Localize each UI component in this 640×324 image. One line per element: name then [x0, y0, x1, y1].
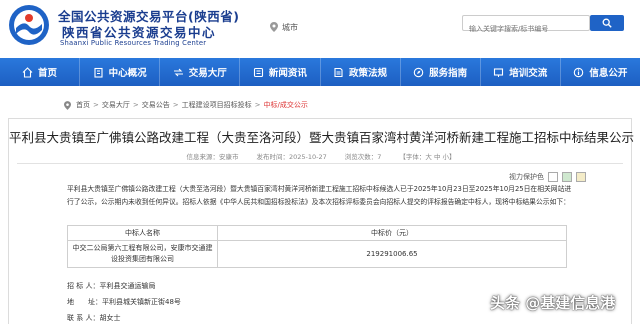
page-root: 全国公共资源交易平台(陕西省) 陕西省公共资源交易中心 Shaanxi Publ… [0, 0, 640, 324]
info-address: 地 址：平利县城关镇新正街48号 [67, 298, 181, 306]
eye-protection-label: 视力保护色 [509, 173, 544, 181]
nav-item-home[interactable]: 首页 [0, 58, 81, 86]
meta-date: 发布时间：2025-10-27 [256, 153, 327, 161]
nav-label: 服务指南 [429, 68, 468, 79]
home-icon [22, 66, 33, 78]
eye-protection-toggle: 视力保护色 [509, 172, 586, 182]
meta-font-size[interactable]: 【字体：大 中 小】 [399, 151, 455, 161]
city-selector[interactable]: 城市 [270, 20, 298, 34]
eye-protection-color-yellow[interactable] [576, 172, 586, 182]
table-cell-winner: 中交二公局第六工程有限公司，安康市交通建设投资集团有限公司 [67, 240, 218, 268]
table-row: 中交二公局第六工程有限公司，安康市交通建设投资集团有限公司 219291006.… [67, 240, 567, 268]
nav-item-news[interactable]: 新闻资讯 [240, 58, 321, 86]
nav-item-trading-hall[interactable]: 交易大厅 [160, 58, 241, 86]
nav-item-policy[interactable]: 政策法规 [321, 58, 401, 86]
breadcrumb-current[interactable]: 中标/成交公示 [264, 100, 308, 110]
site-title-en: Shaanxi Public Resources Trading Center [60, 39, 207, 47]
table-header-cell: 中标价（元） [217, 225, 567, 241]
eye-protection-color-white[interactable] [548, 172, 558, 182]
breadcrumb-trading-hall[interactable]: 交易大厅 [102, 100, 130, 110]
nav-label: 中心概况 [108, 68, 147, 79]
site-header: 全国公共资源交易平台(陕西省) 陕西省公共资源交易中心 Shaanxi Publ… [0, 0, 640, 58]
watermark-overlay: 头条 @基建信息港 [490, 294, 616, 312]
eye-protection-color-green[interactable] [562, 172, 572, 182]
breadcrumb-separator: > [132, 101, 139, 109]
nav-label: 交易大厅 [188, 68, 227, 79]
main-nav: 首页 中心概况 交易大厅 新闻资讯 政策法规 服务指南 培训交流 信息公开 [0, 58, 640, 86]
breadcrumb: 首页 > 交易大厅 > 交易公告 > 工程建设项目招标投标 > 中标/成交公示 [64, 100, 308, 110]
article-title: 平利县大贵镇至广佛镇公路改建工程（大贵至洛河段）暨大贵镇百家湾村黄洋河桥新建工程… [9, 130, 635, 145]
info-icon [574, 67, 584, 77]
location-pin-icon [270, 22, 278, 32]
table-header-cell: 中标人名称 [67, 225, 218, 241]
nav-label: 首页 [38, 68, 58, 79]
nav-item-guide[interactable]: 服务指南 [401, 58, 481, 86]
info-tenderer: 招 标 人：平利县交通运输局 [67, 282, 156, 290]
winner-table: 中标人名称 中标价（元） 中交二公局第六工程有限公司，安康市交通建设投资集团有限… [67, 225, 567, 268]
table-header-row: 中标人名称 中标价（元） [67, 225, 567, 241]
city-label: 城市 [282, 22, 298, 32]
breadcrumb-separator: > [172, 101, 179, 109]
trade-icon [173, 68, 183, 76]
nav-label: 培训交流 [509, 68, 548, 79]
article-meta: 信息来源：安康市 发布时间：2025-10-27 浏览次数：7 【字体：大 中 … [9, 151, 633, 161]
search-button[interactable] [590, 15, 624, 31]
nav-item-about[interactable]: 中心概况 [80, 58, 161, 86]
nav-label: 政策法规 [349, 68, 388, 79]
search-input[interactable] [463, 22, 589, 36]
meta-views: 浏览次数：7 [344, 153, 382, 161]
breadcrumb-home[interactable]: 首页 [76, 100, 90, 110]
breadcrumb-separator: > [254, 101, 261, 109]
breadcrumb-construction[interactable]: 工程建设项目招标投标 [182, 100, 252, 110]
nav-item-info-disclosure[interactable]: 信息公开 [561, 58, 640, 86]
nav-item-training[interactable]: 培训交流 [481, 58, 561, 86]
article-paragraph: 平利县大贵镇至广佛镇公路改建工程（大贵至洛河段）暨大贵镇百家湾村黄洋河桥新建工程… [67, 185, 572, 206]
meta-source: 信息来源：安康市 [186, 153, 239, 161]
guide-icon [413, 67, 424, 77]
breadcrumb-announcements[interactable]: 交易公告 [142, 100, 170, 110]
nav-label: 新闻资讯 [268, 68, 307, 79]
building-icon [94, 67, 103, 78]
news-icon [253, 67, 263, 77]
info-contact: 联 系 人：胡女士 [67, 314, 121, 322]
policy-icon [334, 67, 343, 77]
breadcrumb-separator: > [93, 101, 99, 109]
title-divider [17, 163, 623, 164]
site-logo-icon[interactable] [8, 4, 50, 46]
training-icon [494, 67, 504, 77]
search-icon [602, 18, 612, 28]
search-box [462, 15, 590, 36]
location-pin-icon [64, 100, 71, 110]
nav-label: 信息公开 [589, 68, 628, 79]
table-cell-price: 219291006.65 [217, 240, 567, 268]
